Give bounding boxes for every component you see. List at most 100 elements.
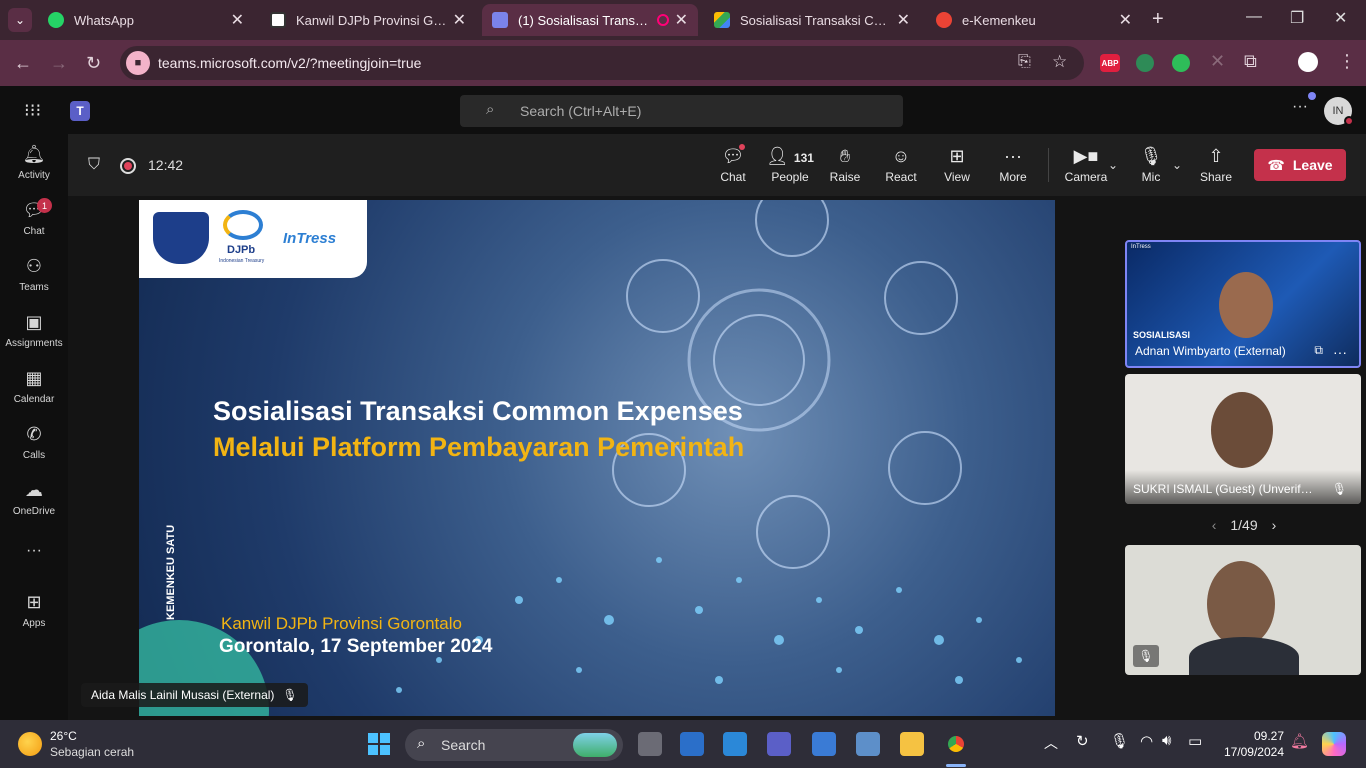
presenter-name-label: Aida Malis Lainil Musasi (External) 🎙︎ xyxy=(81,683,308,707)
react-button[interactable]: ☺ React xyxy=(884,146,918,184)
weather-sun-icon[interactable] xyxy=(18,732,42,756)
minimize-icon[interactable]: — xyxy=(1246,8,1262,26)
raise-hand-button[interactable]: ✋︎ Raise xyxy=(828,146,862,184)
extension-globe-icon[interactable] xyxy=(1136,54,1154,72)
tab-ekemenkeu[interactable]: e-Kemenkeu ✕ xyxy=(926,4,1142,36)
close-tab-icon[interactable]: ✕ xyxy=(675,10,688,30)
task-view-icon[interactable] xyxy=(638,732,662,756)
adblock-extension-icon[interactable]: ABP xyxy=(1100,54,1120,72)
mic-options-chevron-icon[interactable]: ⌄ xyxy=(1172,158,1182,172)
tab-search-chevron-icon[interactable]: ⌄ xyxy=(8,8,32,32)
next-page-icon[interactable]: › xyxy=(1272,517,1277,533)
bookmark-star-icon[interactable]: ☆ xyxy=(1052,52,1067,72)
rail-item-assignments[interactable]: ▣ Assignments xyxy=(0,312,68,349)
tab-kanwil[interactable]: Kanwil DJPb Provinsi Gorontalo ✕ xyxy=(260,4,476,36)
volume-icon[interactable]: 🔊︎ xyxy=(1162,732,1171,749)
participant-name: SUKRI ISMAIL (Guest) (Unverifie... xyxy=(1133,482,1313,496)
browser-menu-icon[interactable]: ⋮ xyxy=(1338,51,1356,72)
reload-icon[interactable]: ↻ xyxy=(86,53,101,74)
backpack-icon: ▣ xyxy=(25,312,43,332)
mic-off-icon: 🎙︎ xyxy=(1139,146,1163,166)
view-button[interactable]: ⊞ View xyxy=(940,146,974,184)
tab-teams-meeting[interactable]: (1) Sosialisasi Transaksi C ✕ xyxy=(482,4,698,36)
share-button[interactable]: ⇧ Share xyxy=(1196,146,1236,184)
taskbar-search[interactable]: ⌕ Search xyxy=(405,729,623,761)
chrome-icon[interactable] xyxy=(942,730,970,758)
search-highlight-icon xyxy=(573,733,617,757)
search-icon: ⌕ xyxy=(486,101,495,118)
extension-green-icon[interactable] xyxy=(1172,54,1190,72)
rail-item-teams[interactable]: ⚇ Teams xyxy=(0,256,68,293)
close-tab-icon[interactable]: ✕ xyxy=(453,10,466,30)
divider xyxy=(1048,148,1049,182)
sync-icon[interactable]: ↻ xyxy=(1076,732,1089,750)
chat-button[interactable]: 💬︎ Chat xyxy=(716,146,750,184)
share-screen-icon: ⇧ xyxy=(1208,146,1224,166)
rail-item-chat[interactable]: 💬︎ Chat xyxy=(0,200,68,237)
app-icon[interactable] xyxy=(812,732,836,756)
notification-bell-icon[interactable]: 🔔︎ xyxy=(1290,732,1309,750)
camera-permission-icon[interactable]: ■ xyxy=(126,51,150,75)
rail-item-onedrive[interactable]: ☁ OneDrive xyxy=(0,480,68,517)
hang-up-icon: ☎ xyxy=(1267,156,1285,173)
active-app-indicator xyxy=(946,764,966,767)
copilot-icon[interactable] xyxy=(1322,732,1346,756)
windows-taskbar: 26°C Sebagian cerah ⌕ Search ︿ ↻ 🎙︎ ◠ 🔊︎… xyxy=(0,720,1366,768)
search-box[interactable]: ⌕ Search (Ctrl+Alt+E) xyxy=(460,95,903,127)
extensions-puzzle-icon[interactable]: ⧉ xyxy=(1244,51,1257,72)
close-tab-icon[interactable]: ✕ xyxy=(897,10,910,30)
close-window-icon[interactable]: ✕ xyxy=(1334,8,1347,28)
djpb-logo-text: DJPb xyxy=(227,244,256,256)
windows-start-icon[interactable] xyxy=(368,733,390,755)
tray-chevron-icon[interactable]: ︿ xyxy=(1044,733,1058,753)
clock-time[interactable]: 09.27 xyxy=(1224,729,1284,743)
participant-tile[interactable]: SUKRI ISMAIL (Guest) (Unverifie... 🎙︎ xyxy=(1125,374,1361,504)
omnibox[interactable]: ■ teams.microsoft.com/v2/?meetingjoin=tr… xyxy=(120,46,1084,80)
more-apps-icon[interactable]: ··· xyxy=(0,542,68,560)
close-tab-icon[interactable]: ✕ xyxy=(1119,10,1132,30)
clock-date[interactable]: 17/09/2024 xyxy=(1220,745,1284,759)
camera-options-chevron-icon[interactable]: ⌄ xyxy=(1108,158,1118,172)
new-tab-button[interactable]: + xyxy=(1152,8,1164,31)
weather-desc[interactable]: Sebagian cerah xyxy=(50,745,134,759)
settings-more-icon[interactable]: ··· xyxy=(1292,98,1308,116)
wifi-icon[interactable]: ◠ xyxy=(1140,732,1153,750)
more-button[interactable]: ··· More xyxy=(996,146,1030,184)
extension-x-icon[interactable]: ✕ xyxy=(1210,51,1225,72)
battery-icon[interactable]: ▭ xyxy=(1188,732,1202,750)
forward-icon[interactable]: → xyxy=(50,53,68,74)
rail-item-apps[interactable]: ⊞ Apps xyxy=(0,592,68,629)
tab-drive[interactable]: Sosialisasi Transaksi Common ✕ xyxy=(704,4,920,36)
shield-icon[interactable]: ⛉ xyxy=(88,156,100,174)
url-text[interactable]: teams.microsoft.com/v2/?meetingjoin=true xyxy=(158,55,421,71)
video-camera-icon: ▶■ xyxy=(1073,146,1099,166)
tab-whatsapp[interactable]: WhatsApp ✕ xyxy=(38,4,254,36)
remote-desktop-icon[interactable] xyxy=(680,732,704,756)
prev-page-icon[interactable]: ‹ xyxy=(1212,517,1217,533)
participant-tile[interactable]: 🎙︎ xyxy=(1125,545,1361,675)
rail-item-activity[interactable]: 🔔︎ Activity xyxy=(0,144,68,181)
store-icon[interactable] xyxy=(723,732,747,756)
close-tab-icon[interactable]: ✕ xyxy=(231,10,244,30)
people-button[interactable]: 👤︎ 131 People xyxy=(766,146,814,184)
drive-icon xyxy=(714,12,730,28)
participant-tile[interactable]: InTress SOSIALISASI Adnan Wimbyarto (Ext… xyxy=(1125,240,1361,368)
teams-taskbar-icon[interactable] xyxy=(767,732,791,756)
rail-item-calls[interactable]: ✆ Calls xyxy=(0,424,68,461)
install-app-icon[interactable]: ⎘ xyxy=(1018,53,1031,71)
network-app-icon[interactable] xyxy=(856,732,880,756)
tile-more-icon[interactable]: ··· xyxy=(1333,344,1347,360)
app-launcher-icon[interactable]: ⁝⁝⁝ xyxy=(24,100,41,121)
file-explorer-icon[interactable] xyxy=(900,732,924,756)
leave-button[interactable]: ☎ Leave xyxy=(1254,149,1346,181)
camera-button[interactable]: ▶■ Camera xyxy=(1064,146,1108,184)
back-icon[interactable]: ← xyxy=(14,53,32,74)
microphone-tray-icon[interactable]: 🎙︎ xyxy=(1110,732,1129,750)
profile-icon[interactable] xyxy=(1298,52,1318,72)
browser-tab-bar: ⌄ WhatsApp ✕ Kanwil DJPb Provinsi Goront… xyxy=(0,0,1366,40)
slide-date: Gorontalo, 17 September 2024 xyxy=(219,636,493,657)
mic-button[interactable]: 🎙︎ Mic xyxy=(1136,146,1166,184)
restore-icon[interactable]: ❐ xyxy=(1290,8,1304,28)
rail-item-calendar[interactable]: ▦ Calendar xyxy=(0,368,68,405)
weather-temp[interactable]: 26°C xyxy=(50,729,77,743)
